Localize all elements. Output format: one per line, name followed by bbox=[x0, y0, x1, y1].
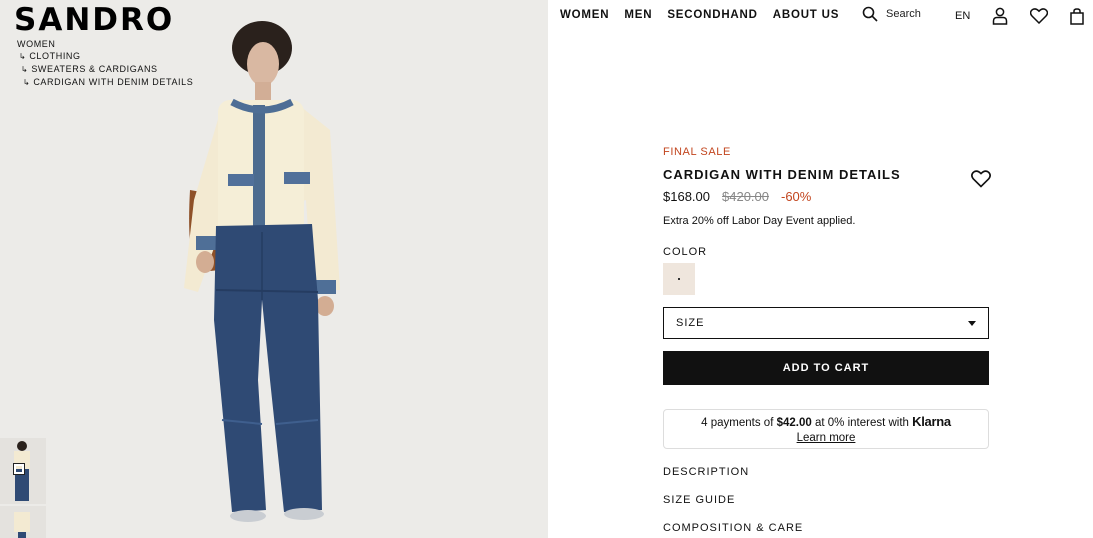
product-image[interactable]: SANDRO WOMEN ↳ CLOTHING ↳ SWEATERS & CARDI… bbox=[0, 0, 548, 538]
selected-indicator bbox=[13, 463, 25, 475]
product-page: SANDRO WOMEN ↳ CLOTHING ↳ SWEATERS & CARDI… bbox=[0, 0, 1093, 538]
nav-secondhand[interactable]: SECONDHAND bbox=[667, 9, 757, 21]
add-to-cart-button[interactable]: ADD TO CART bbox=[663, 351, 989, 385]
heart-icon[interactable] bbox=[1030, 8, 1049, 24]
nav-men[interactable]: MEN bbox=[624, 9, 652, 21]
return-arrow-icon: ↳ bbox=[19, 52, 27, 61]
breadcrumb-item-sweaters[interactable]: ↳ SWEATERS & CARDIGANS bbox=[17, 63, 193, 76]
accordion-description[interactable]: DESCRIPTION bbox=[663, 466, 749, 478]
main-nav: WOMEN MEN SECONDHAND ABOUT US bbox=[560, 9, 839, 21]
klarna-amount: $42.00 bbox=[776, 417, 812, 429]
breadcrumb-item-clothing[interactable]: ↳ CLOTHING bbox=[17, 50, 193, 63]
caret-down-icon bbox=[968, 320, 976, 326]
klarna-prefix: 4 payments of bbox=[701, 417, 774, 429]
sale-price: $168.00 bbox=[663, 189, 710, 204]
size-select[interactable]: SIZE bbox=[663, 307, 989, 339]
final-sale-badge: FINAL SALE bbox=[663, 146, 731, 158]
original-price: $420.00 bbox=[722, 189, 769, 204]
brand-logo[interactable]: SANDRO bbox=[14, 2, 174, 38]
accordion-size-guide[interactable]: SIZE GUIDE bbox=[663, 494, 735, 506]
breadcrumb-item-product: ↳ CARDIGAN WITH DENIM DETAILS bbox=[17, 76, 193, 89]
search-button[interactable]: Search bbox=[862, 6, 921, 22]
nav-women[interactable]: WOMEN bbox=[560, 9, 609, 21]
user-icon[interactable] bbox=[992, 7, 1008, 25]
nav-about-us[interactable]: ABOUT US bbox=[773, 9, 839, 21]
size-select-label: SIZE bbox=[676, 317, 705, 329]
search-icon bbox=[862, 6, 878, 22]
klarna-learn-more-link[interactable]: Learn more bbox=[664, 431, 988, 446]
color-swatch[interactable] bbox=[663, 263, 695, 295]
return-arrow-icon: ↳ bbox=[21, 65, 29, 74]
thumbnail-strip bbox=[0, 438, 46, 538]
breadcrumb: WOMEN ↳ CLOTHING ↳ SWEATERS & CARDIGANS ↳ C… bbox=[17, 38, 193, 89]
thumbnail-1[interactable] bbox=[0, 438, 46, 504]
breadcrumb-item-women[interactable]: WOMEN bbox=[17, 38, 193, 50]
language-selector[interactable]: EN bbox=[955, 10, 970, 22]
swatch-dot bbox=[678, 278, 680, 280]
header-actions: EN bbox=[955, 7, 1085, 25]
klarna-banner: 4 payments of $42.00 at 0% interest with… bbox=[663, 409, 989, 449]
klarna-logo: Klarna bbox=[912, 414, 951, 429]
search-label: Search bbox=[886, 8, 921, 20]
bag-icon[interactable] bbox=[1070, 7, 1085, 25]
breadcrumb-label: CLOTHING bbox=[29, 51, 81, 61]
breadcrumb-label: CARDIGAN WITH DENIM DETAILS bbox=[33, 77, 194, 87]
discount-percent: -60% bbox=[781, 189, 812, 204]
color-label: COLOR bbox=[663, 246, 708, 258]
return-arrow-icon: ↳ bbox=[23, 78, 31, 87]
price-row: $168.00 $420.00 -60% bbox=[663, 189, 811, 204]
klarna-suffix: at 0% interest with bbox=[814, 417, 909, 429]
thumbnail-2[interactable] bbox=[0, 506, 46, 538]
thumbnail-image bbox=[14, 512, 30, 538]
promo-message: Extra 20% off Labor Day Event applied. bbox=[663, 215, 856, 227]
breadcrumb-label: SWEATERS & CARDIGANS bbox=[31, 64, 158, 74]
accordion-composition-care[interactable]: COMPOSITION & CARE bbox=[663, 522, 803, 534]
wishlist-heart-icon[interactable] bbox=[971, 170, 991, 188]
product-title: CARDIGAN WITH DENIM DETAILS bbox=[663, 167, 901, 182]
